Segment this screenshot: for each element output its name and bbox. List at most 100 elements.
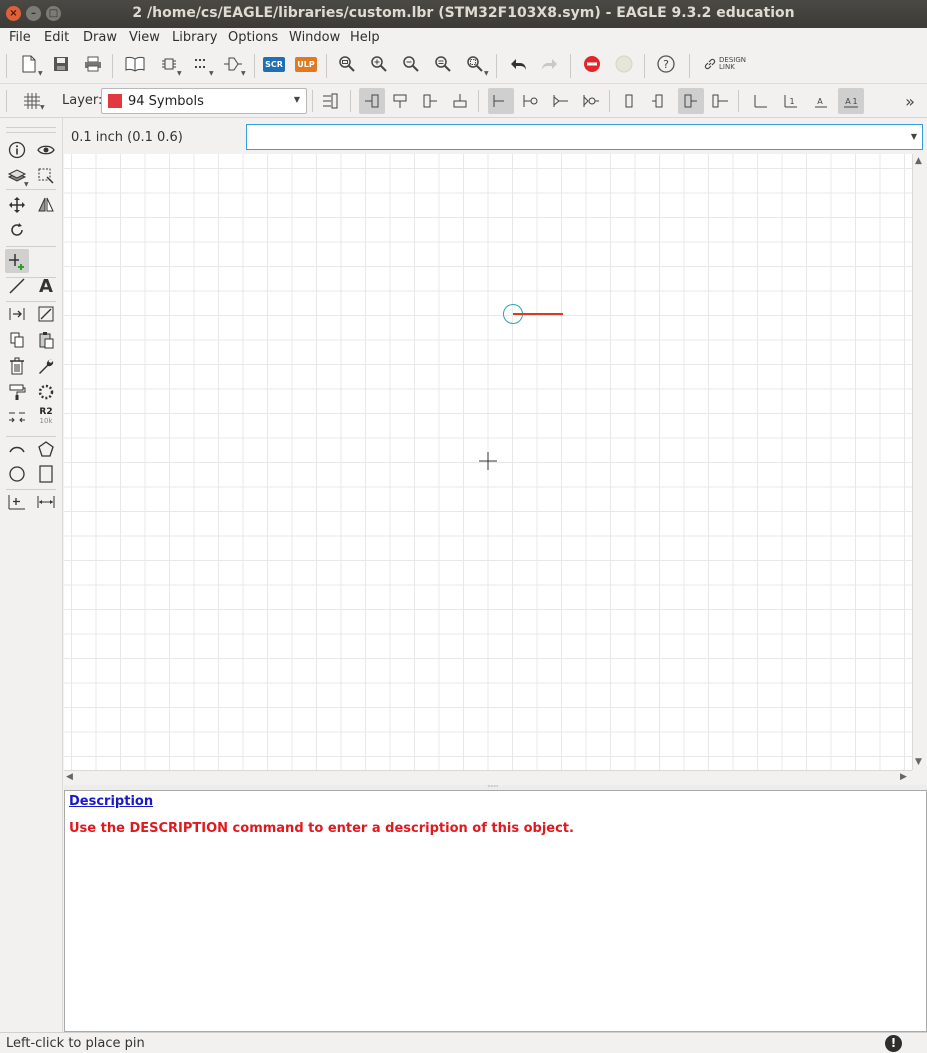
copy-icon[interactable] xyxy=(6,329,28,351)
line-tool-icon[interactable] xyxy=(6,275,28,297)
visible-both-icon[interactable]: A1 xyxy=(838,88,864,114)
scroll-right-icon[interactable]: ▶ xyxy=(900,772,907,782)
length-short-icon[interactable] xyxy=(647,90,669,112)
svg-text:?: ? xyxy=(663,58,669,71)
status-text: Left-click to place pin xyxy=(6,1036,145,1051)
move-icon[interactable] xyxy=(6,194,28,216)
gateswap-icon[interactable] xyxy=(6,406,28,428)
svg-text:1: 1 xyxy=(789,97,794,106)
zoom-fit-icon[interactable] xyxy=(336,53,358,75)
svg-text:1: 1 xyxy=(852,97,857,106)
menu-view[interactable]: View xyxy=(129,30,160,45)
value-r2-label: R2 xyxy=(39,407,53,417)
drawing-canvas[interactable] xyxy=(64,154,912,770)
zoom-select-icon[interactable] xyxy=(464,53,486,75)
link-icon xyxy=(704,58,716,70)
design-link-button[interactable]: DESIGN LINK xyxy=(704,53,760,75)
name-tool-icon[interactable] xyxy=(6,303,28,325)
group-select-icon[interactable] xyxy=(35,165,57,187)
length-point-icon[interactable] xyxy=(617,90,639,112)
orientation-r270-icon[interactable] xyxy=(449,90,471,112)
status-warning-icon[interactable]: ! xyxy=(885,1035,902,1052)
status-bar: Left-click to place pin ! xyxy=(0,1032,927,1053)
text-tool-icon[interactable]: A xyxy=(35,275,57,297)
command-line[interactable]: ▼ xyxy=(246,124,923,150)
coordinate-display: 0.1 inch (0.1 0.6) xyxy=(71,130,183,145)
vertical-scrollbar[interactable]: ▲ ▼ xyxy=(912,154,927,770)
menu-file[interactable]: File xyxy=(9,30,31,45)
layer-color-swatch xyxy=(108,94,122,108)
library-book-icon[interactable] xyxy=(124,53,146,75)
function-none-icon[interactable] xyxy=(488,88,514,114)
scroll-up-icon[interactable]: ▲ xyxy=(915,156,922,166)
toolbar-overflow-icon[interactable]: » xyxy=(899,90,921,112)
layer-select[interactable]: 94 Symbols ▼ xyxy=(101,88,307,114)
stop-icon[interactable] xyxy=(581,53,603,75)
redo-icon[interactable] xyxy=(539,53,561,75)
chevron-down-icon[interactable]: ▼ xyxy=(911,132,917,141)
eye-icon[interactable] xyxy=(35,139,57,161)
pin-list-icon[interactable] xyxy=(319,90,341,112)
title-bar: × – □ 2 /home/cs/EAGLE/libraries/custom.… xyxy=(0,0,927,28)
menu-bar: File Edit Draw View Library Options Wind… xyxy=(0,28,927,48)
zoom-redraw-icon[interactable] xyxy=(432,53,454,75)
length-middle-icon[interactable] xyxy=(678,88,704,114)
delete-icon[interactable] xyxy=(6,355,28,377)
change-brush-icon[interactable] xyxy=(6,381,28,403)
visible-pad-icon[interactable]: 1 xyxy=(779,90,801,112)
menu-options[interactable]: Options xyxy=(228,30,278,45)
description-panel: Description Use the DESCRIPTION command … xyxy=(64,790,927,1032)
help-icon[interactable]: ? xyxy=(655,53,677,75)
script-button[interactable]: SCR xyxy=(263,53,285,75)
mirror-icon[interactable] xyxy=(35,194,57,216)
scroll-down-icon[interactable]: ▼ xyxy=(915,757,922,767)
window-title: 2 /home/cs/EAGLE/libraries/custom.lbr (S… xyxy=(132,5,795,21)
length-long-icon[interactable] xyxy=(709,90,731,112)
arc-tool-icon[interactable] xyxy=(6,438,28,460)
crosshair-cursor xyxy=(479,452,497,470)
menu-edit[interactable]: Edit xyxy=(44,30,69,45)
info-icon[interactable] xyxy=(6,139,28,161)
save-icon[interactable] xyxy=(50,53,72,75)
visible-pin-icon[interactable]: A xyxy=(809,90,831,112)
function-dot-icon[interactable] xyxy=(520,90,542,112)
go-icon[interactable] xyxy=(613,53,635,75)
undo-icon[interactable] xyxy=(507,53,529,75)
orientation-r0-icon[interactable] xyxy=(359,88,385,114)
menu-help[interactable]: Help xyxy=(350,30,380,45)
scroll-left-icon[interactable]: ◀ xyxy=(66,772,73,782)
visible-off-icon[interactable] xyxy=(749,90,771,112)
mark-tool-icon[interactable] xyxy=(6,491,28,513)
menu-draw[interactable]: Draw xyxy=(83,30,117,45)
paste-icon[interactable] xyxy=(35,329,57,351)
description-message: Use the DESCRIPTION command to enter a d… xyxy=(69,821,574,836)
function-clk-icon[interactable] xyxy=(550,90,572,112)
svg-text:A: A xyxy=(817,97,823,106)
split-tool-icon[interactable] xyxy=(35,303,57,325)
orientation-r90-icon[interactable] xyxy=(389,90,411,112)
dimension-tool-icon[interactable] xyxy=(35,491,57,513)
zoom-in-icon[interactable] xyxy=(368,53,390,75)
value-r2-icon[interactable]: R2 10k xyxy=(35,406,57,428)
new-file-icon[interactable] xyxy=(18,53,40,75)
pin-tool-icon[interactable] xyxy=(5,249,29,273)
left-toolbox: ▼ A R2 10k xyxy=(0,118,63,1032)
zoom-out-icon[interactable] xyxy=(400,53,422,75)
orientation-r180-icon[interactable] xyxy=(419,90,441,112)
smash-dotted-circle-icon[interactable] xyxy=(35,381,57,403)
design-link-label: DESIGN LINK xyxy=(719,56,746,71)
menu-window[interactable]: Window xyxy=(289,30,340,45)
main-toolbar: ▼ ▼ ▼ ▼ SCR ULP ▼ ? DESIGN LINK xyxy=(0,48,927,84)
function-dotclk-icon[interactable] xyxy=(580,90,602,112)
polygon-tool-icon[interactable] xyxy=(35,438,57,460)
description-link[interactable]: Description xyxy=(69,794,153,809)
rotate-icon[interactable] xyxy=(6,219,28,241)
wrench-icon[interactable] xyxy=(35,355,57,377)
print-icon[interactable] xyxy=(82,53,104,75)
layer-label: Layer: xyxy=(62,93,103,108)
command-input[interactable] xyxy=(251,128,891,146)
rectangle-tool-icon[interactable] xyxy=(35,463,57,485)
ulp-button[interactable]: ULP xyxy=(295,53,317,75)
circle-tool-icon[interactable] xyxy=(6,463,28,485)
menu-library[interactable]: Library xyxy=(172,30,217,45)
